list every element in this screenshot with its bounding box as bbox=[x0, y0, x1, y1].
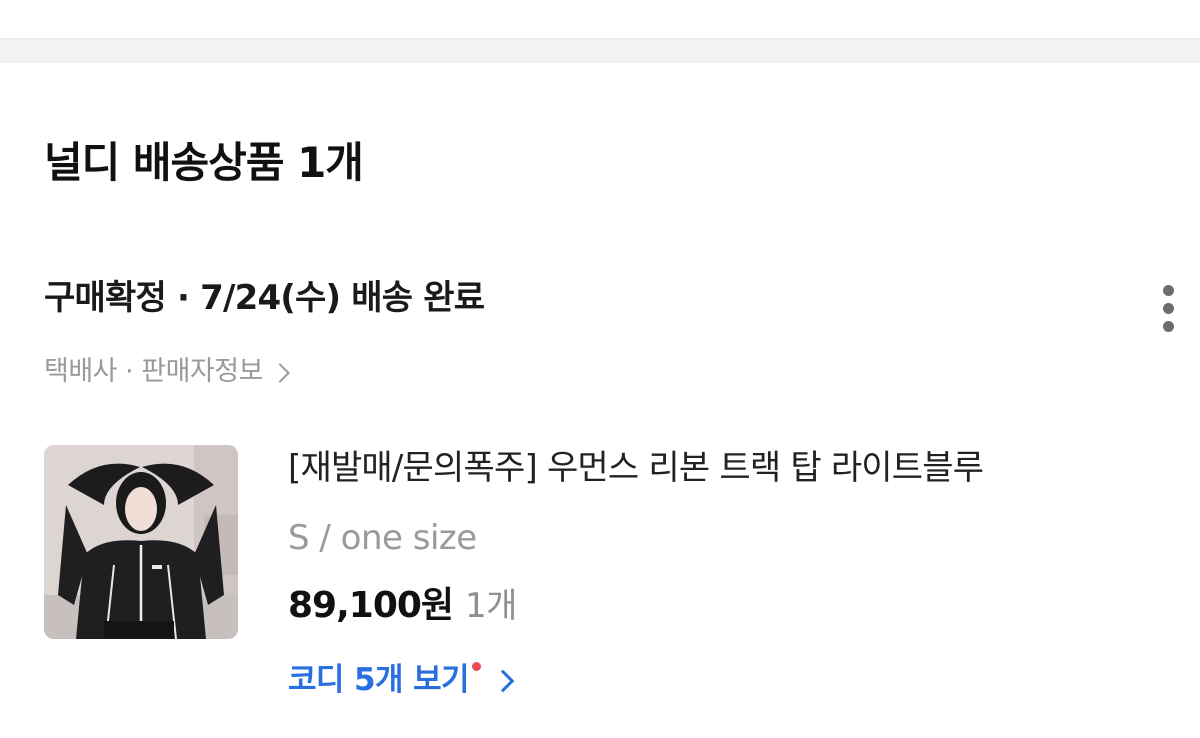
courier-seller-info-label: 택배사 · 판매자정보 bbox=[44, 356, 263, 387]
shipment-title: 널디 배송상품 1개 bbox=[44, 138, 364, 187]
more-vertical-icon-dot bbox=[1162, 320, 1174, 332]
new-badge-dot-icon bbox=[471, 662, 481, 672]
more-vertical-icon-dot bbox=[1162, 302, 1174, 314]
chevron-right-icon bbox=[491, 669, 515, 692]
view-codi-label: 코디 5개 보기 bbox=[288, 662, 470, 698]
order-status: 구매확정 · 7/24(수) 배송 완료 bbox=[44, 278, 485, 318]
chevron-right-icon bbox=[270, 363, 290, 384]
view-codi-link[interactable]: 코디 5개 보기 bbox=[288, 662, 515, 699]
more-vertical-icon bbox=[1162, 284, 1174, 296]
more-options-button[interactable] bbox=[1146, 278, 1190, 338]
section-divider bbox=[0, 38, 1200, 63]
product-quantity: 1개 bbox=[465, 586, 517, 626]
product-thumbnail[interactable] bbox=[44, 445, 238, 639]
product-price: 89,100원 bbox=[288, 585, 454, 626]
product-name-link[interactable]: [재발매/문의폭주] 우먼스 리본 트랙 탑 라이트블루 bbox=[288, 448, 984, 489]
product-option: S / one size bbox=[288, 518, 477, 558]
courier-seller-info-link[interactable]: 택배사 · 판매자정보 bbox=[44, 356, 290, 388]
price-row: 89,100원 1개 bbox=[288, 584, 517, 627]
top-area bbox=[0, 0, 1200, 38]
product-photo bbox=[44, 445, 238, 639]
